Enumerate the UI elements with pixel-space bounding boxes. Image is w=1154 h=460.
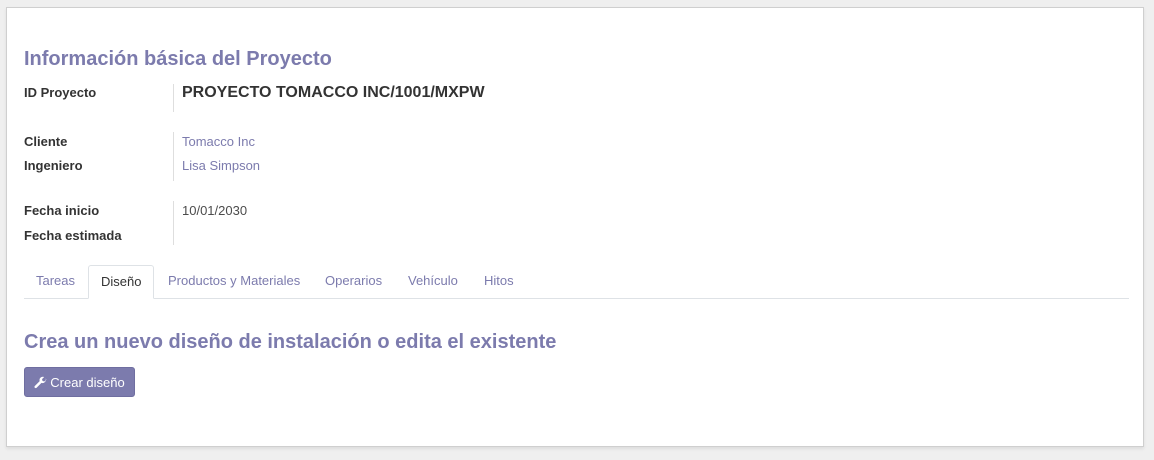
start-date-value: 10/01/2030 <box>182 203 248 218</box>
tab-operarios[interactable]: Operarios <box>313 265 394 298</box>
project-form-sheet: Información básica del Proyecto ID Proye… <box>6 7 1144 447</box>
tab-vehiculo[interactable]: Vehículo <box>396 265 470 298</box>
field-divider <box>173 132 174 181</box>
section-title: Información básica del Proyecto <box>24 48 332 70</box>
design-tab-title: Crea un nuevo diseño de instalación o ed… <box>24 331 557 353</box>
wrench-icon <box>34 376 47 389</box>
tab-tareas[interactable]: Tareas <box>24 265 87 298</box>
estimated-date-label: Fecha estimada <box>24 228 122 243</box>
field-divider <box>173 84 174 112</box>
notebook-tabs: Tareas Diseño Productos y Materiales Ope… <box>24 265 1129 299</box>
client-label: Cliente <box>24 134 68 149</box>
project-id-label: ID Proyecto <box>24 85 97 100</box>
engineer-label: Ingeniero <box>24 158 83 173</box>
engineer-link[interactable]: Lisa Simpson <box>182 158 260 173</box>
project-id-value: PROYECTO TOMACCO INC/1001/MXPW <box>182 84 485 101</box>
field-divider <box>173 201 174 245</box>
start-date-label: Fecha inicio <box>24 203 100 218</box>
tab-hitos[interactable]: Hitos <box>472 265 526 298</box>
create-design-button-label: Crear diseño <box>50 374 125 390</box>
create-design-button[interactable]: Crear diseño <box>24 367 135 397</box>
tab-diseno[interactable]: Diseño <box>88 265 155 299</box>
tab-productos-materiales[interactable]: Productos y Materiales <box>156 265 312 298</box>
client-link[interactable]: Tomacco Inc <box>182 134 255 149</box>
